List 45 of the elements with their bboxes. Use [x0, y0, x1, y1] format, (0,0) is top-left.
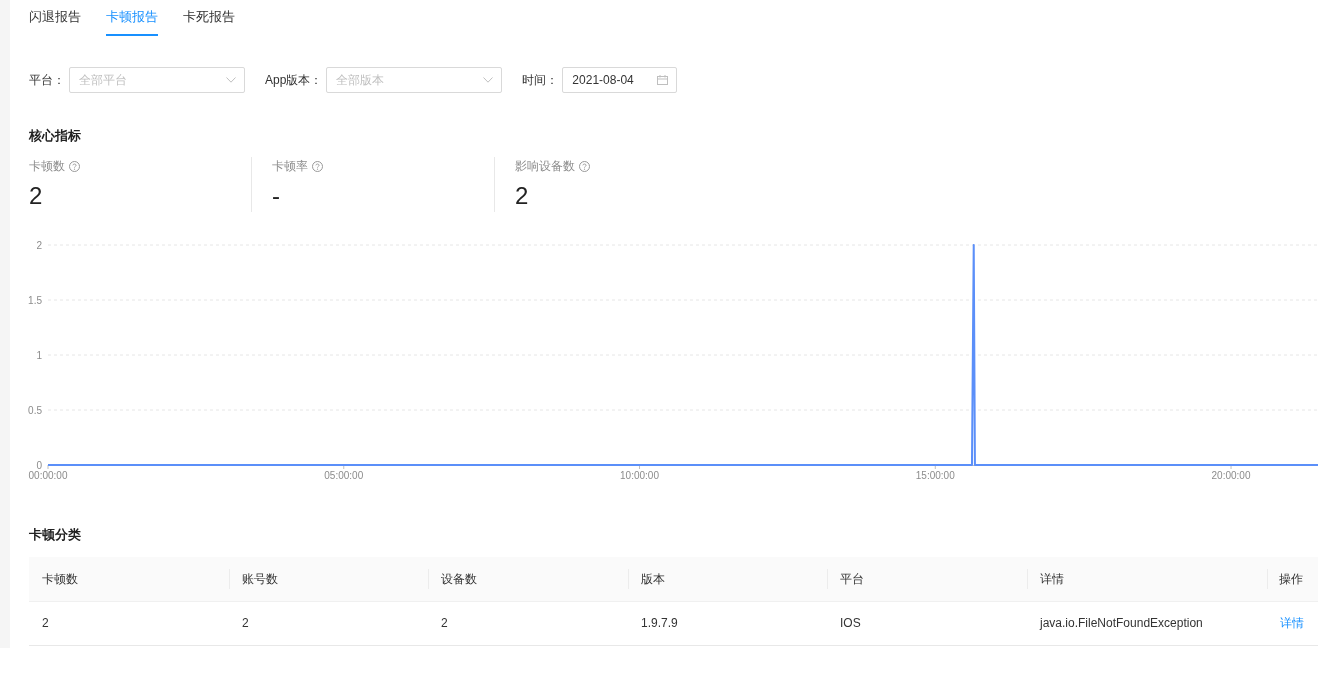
metric-label: 卡顿率: [272, 158, 308, 175]
metric-value: 2: [515, 181, 530, 211]
column-header: 详情: [1027, 557, 1267, 601]
table-cell: 1.9.7.9: [628, 601, 827, 645]
table-cell: 2: [29, 601, 229, 645]
filter-label: 平台：: [29, 72, 65, 89]
table-cell: java.io.FileNotFoundException: [1027, 601, 1267, 645]
column-header: 操作: [1267, 557, 1318, 601]
table-cell: 2: [229, 601, 428, 645]
column-header: 账号数: [229, 557, 428, 601]
axis-label: 1: [36, 349, 42, 361]
column-header: 平台: [827, 557, 1027, 601]
metric-value: 2: [29, 181, 44, 211]
table-cell: 2: [428, 601, 628, 645]
calendar-icon: [657, 75, 669, 85]
metric-label: 影响设备数: [515, 158, 575, 175]
help-icon: [69, 160, 80, 172]
axis-label: 20:00:00: [1211, 470, 1251, 481]
table-cell: IOS: [827, 601, 1027, 645]
filter-label: App版本：: [265, 72, 323, 89]
tab[interactable]: 卡死报告: [183, 0, 235, 36]
axis-label: 10:00:00: [620, 470, 659, 481]
metric-label: 卡顿数: [29, 158, 65, 175]
section-title: 卡顿分类: [29, 526, 82, 544]
help-icon: [312, 160, 323, 172]
axis-label: 00:00:00: [28, 470, 68, 481]
axis-label: 2: [36, 239, 42, 251]
column-header: 卡顿数: [29, 557, 229, 601]
section-title: 核心指标: [29, 127, 82, 145]
date-field[interactable]: 2021-08-04: [562, 67, 678, 93]
filter-label: 时间：: [522, 72, 559, 89]
select-field[interactable]: 全部平台: [69, 67, 245, 93]
select-field[interactable]: 全部版本: [326, 67, 503, 93]
metric-value: -: [272, 181, 281, 211]
chevron-down-icon: [483, 77, 494, 83]
column-header: 设备数: [428, 557, 628, 601]
column-header: 版本: [628, 557, 827, 601]
axis-label: 0: [36, 459, 42, 471]
axis-label: 05:00:00: [324, 470, 364, 481]
tab[interactable]: 闪退报告: [29, 0, 81, 36]
axis-label: 0.5: [28, 404, 42, 416]
axis-label: 1.5: [28, 294, 42, 306]
help-icon: [579, 160, 590, 172]
chevron-down-icon: [226, 77, 236, 83]
axis-label: 15:00:00: [915, 470, 955, 481]
